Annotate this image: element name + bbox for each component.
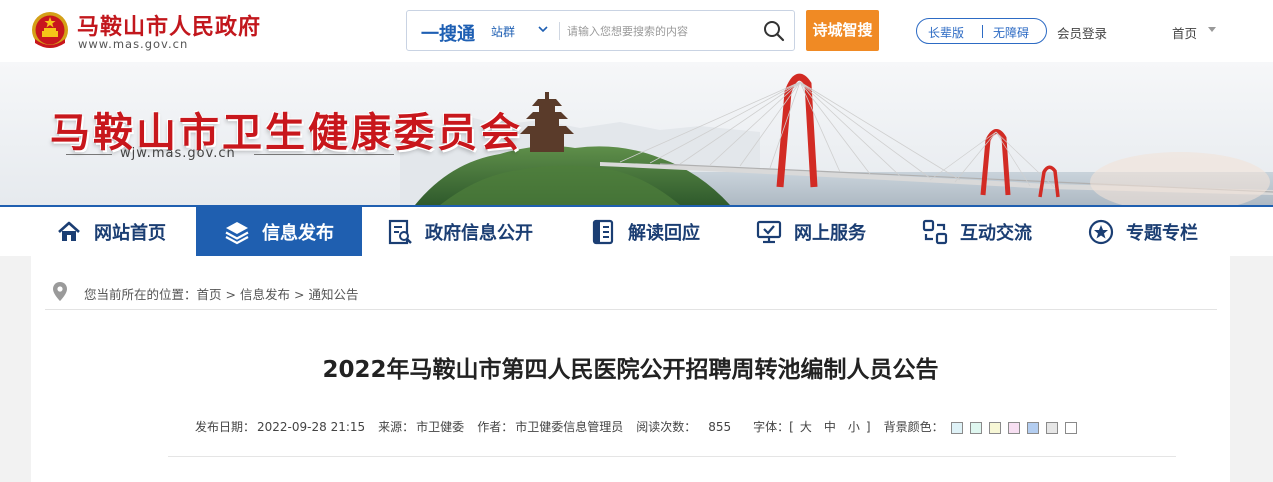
member-login-link[interactable]: 会员登录 <box>1057 23 1107 42</box>
search-divider <box>559 22 560 40</box>
nav-item-interpretation[interactable]: 解读回应 <box>590 207 730 256</box>
search-scope-select[interactable]: 站群 <box>491 23 515 40</box>
article-panel: 您当前所在的位置：首页 > 信息发布 > 通知公告 2022年马鞍山市第四人民医院公开招… <box>31 256 1230 482</box>
bg-color-control: 背景颜色： <box>884 418 1077 435</box>
nav-item-info-release[interactable]: 信息发布 <box>196 207 362 256</box>
home-icon <box>58 221 80 241</box>
source-value: 市卫健委 <box>416 420 465 434</box>
breadcrumb-notices[interactable]: 通知公告 <box>309 287 359 302</box>
smart-search-button[interactable]: 诗城智搜 <box>806 10 879 51</box>
url-rule-right <box>254 154 394 155</box>
site-url: www.mas.gov.cn <box>78 37 189 51</box>
document-search-icon <box>388 219 412 244</box>
article-meta: 发布日期： 2022-09-28 21:15 来源： 市卫健委 作者： 市卫健委信息管… <box>195 418 1077 435</box>
author-label: 作者： <box>477 420 514 434</box>
bracket-open: [ <box>789 420 794 434</box>
nav-label: 专题专栏 <box>1126 222 1198 244</box>
nav-item-gov-info[interactable]: 政府信息公开 <box>387 207 557 256</box>
view-count: 阅读次数： 855 <box>636 418 731 435</box>
publish-date: 发布日期： 2022-09-28 21:15 <box>195 418 365 435</box>
bg-color-swatch[interactable] <box>1007 421 1020 434</box>
breadcrumb-separator: > <box>294 287 305 302</box>
nav-label: 网站首页 <box>94 222 166 244</box>
source-label: 来源： <box>378 420 415 434</box>
view-count-label: 阅读次数： <box>636 420 697 434</box>
top-bar: 马鞍山市人民政府 www.mas.gov.cn 一搜通 站群 诗城智搜 长辈版 … <box>0 0 1273 62</box>
display-mode-switch: 长辈版 无障碍 <box>916 18 1047 44</box>
interaction-icon <box>922 219 948 244</box>
bg-color-swatch[interactable] <box>950 421 963 434</box>
national-emblem-icon <box>32 12 68 48</box>
bg-swatch-group <box>944 420 1077 434</box>
publish-date-label: 发布日期： <box>195 420 256 434</box>
publish-date-value: 2022-09-28 21:15 <box>257 420 366 434</box>
location-pin-icon <box>53 282 67 301</box>
book-icon <box>592 219 614 244</box>
chevron-down-icon[interactable] <box>537 22 549 36</box>
source: 来源： 市卫健委 <box>378 418 464 435</box>
main-nav: 网站首页 信息发布 政府信息公开 解读回应 网上服务 互动交流 专题专栏 <box>0 205 1273 256</box>
breadcrumb-prefix: 您当前所在的位置： <box>84 287 197 302</box>
article-title: 2022年马鞍山市第四人民医院公开招聘周转池编制人员公告 <box>322 357 939 383</box>
search-box: 一搜通 站群 <box>406 10 795 51</box>
breadcrumb-divider <box>45 309 1217 310</box>
mode-divider <box>982 25 983 38</box>
url-rule-left <box>66 154 112 155</box>
department-banner: 马鞍山市卫生健康委员会 wjw.mas.gov.cn <box>0 62 1273 205</box>
caret-down-icon[interactable] <box>1208 27 1216 33</box>
home-dropdown[interactable]: 首页 <box>1172 23 1197 42</box>
nav-item-special-topics[interactable]: 专题专栏 <box>1088 207 1228 256</box>
elder-mode-link[interactable]: 长辈版 <box>928 24 964 41</box>
font-size-label: 字体： <box>753 420 790 434</box>
author: 作者： 市卫健委信息管理员 <box>477 418 623 435</box>
search-input[interactable] <box>567 20 757 42</box>
nav-label: 互动交流 <box>960 222 1032 244</box>
search-brand: 一搜通 <box>421 24 475 45</box>
bg-color-swatch[interactable] <box>988 421 1001 434</box>
nav-label: 信息发布 <box>262 222 334 244</box>
department-url: wjw.mas.gov.cn <box>120 146 236 161</box>
bg-color-swatch[interactable] <box>969 421 982 434</box>
bg-color-swatch[interactable] <box>1064 421 1077 434</box>
star-circle-icon <box>1088 219 1114 244</box>
nav-label: 解读回应 <box>628 222 700 244</box>
nav-item-interaction[interactable]: 互动交流 <box>922 207 1062 256</box>
layers-icon <box>225 221 249 244</box>
bg-color-label: 背景颜色： <box>883 420 944 434</box>
font-small-button[interactable]: 小 <box>848 420 860 434</box>
search-icon[interactable] <box>762 19 786 43</box>
monitor-check-icon <box>756 220 782 243</box>
breadcrumb-home[interactable]: 首页 <box>197 287 222 302</box>
bg-color-swatch[interactable] <box>1026 421 1039 434</box>
bracket-close: ] <box>865 420 871 434</box>
author-value: 市卫健委信息管理员 <box>515 420 624 434</box>
nav-label: 网上服务 <box>794 222 866 244</box>
breadcrumb-separator: > <box>225 287 237 302</box>
breadcrumb: 您当前所在的位置：首页 > 信息发布 > 通知公告 <box>84 284 359 303</box>
accessibility-link[interactable]: 无障碍 <box>993 24 1029 41</box>
nav-item-home[interactable]: 网站首页 <box>56 207 196 256</box>
meta-divider <box>168 456 1176 457</box>
breadcrumb-info-release[interactable]: 信息发布 <box>240 287 290 302</box>
nav-label: 政府信息公开 <box>425 222 533 244</box>
font-size-control: 字体：[ 大中小] <box>753 418 870 435</box>
font-large-button[interactable]: 大 <box>800 420 812 434</box>
bg-color-swatch[interactable] <box>1045 421 1058 434</box>
font-medium-button[interactable]: 中 <box>824 420 836 434</box>
nav-item-online-service[interactable]: 网上服务 <box>756 207 896 256</box>
view-count-value: 855 <box>708 420 732 434</box>
